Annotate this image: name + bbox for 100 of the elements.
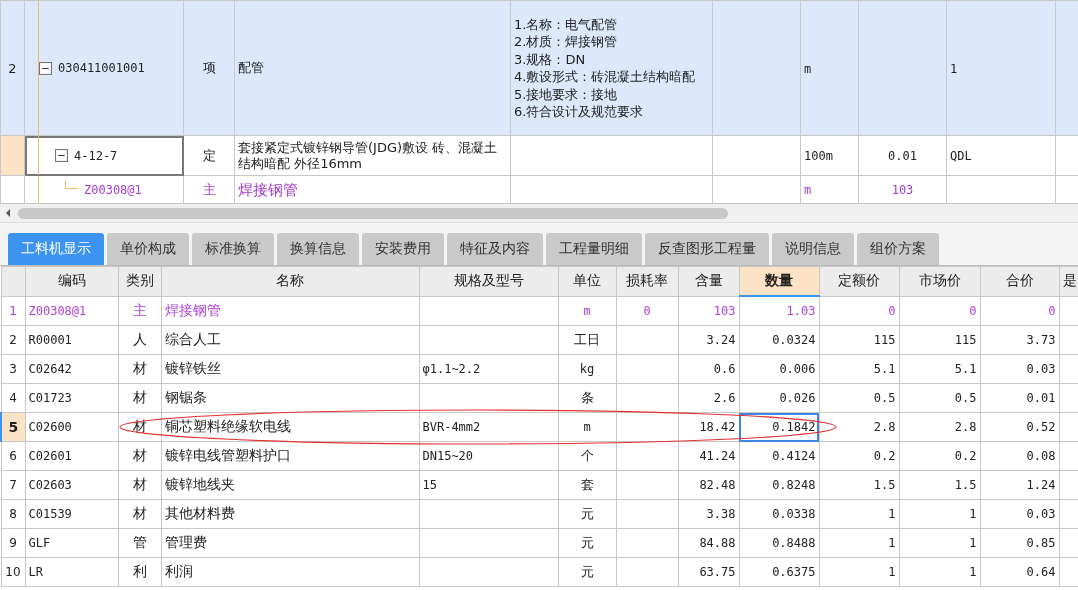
category-cell: 利 (132, 563, 147, 579)
category-cell: 材 (132, 476, 147, 492)
unit-text: m (804, 183, 812, 197)
spec-cell: BVR-4mm2 (422, 420, 481, 434)
description-line: 6.符合设计及规范要求 (514, 103, 645, 121)
category-text: 定 (202, 147, 216, 163)
quantity-cell: 0.006 (779, 362, 816, 376)
code-cell: Z00308@1 (28, 303, 87, 318)
column-header[interactable]: 名称 (161, 266, 419, 296)
unit-cell: 个 (580, 448, 594, 463)
tab[interactable]: 换算信息 (277, 233, 359, 265)
total-price-cell: 0.03 (1026, 507, 1056, 521)
quota-price-cell: 5.1 (873, 362, 896, 376)
quota-price-cell: 0 (888, 303, 896, 318)
tab[interactable]: 组价方案 (857, 233, 939, 265)
column-header[interactable]: 合价 (980, 266, 1059, 296)
name-cell: 镀锌铁丝 (164, 360, 221, 376)
market-price-cell: 1 (969, 507, 977, 521)
category-cell: 材 (132, 447, 147, 463)
value-text: QDL (950, 149, 972, 163)
content-cell: 3.38 (706, 507, 736, 521)
row-number: 6 (1, 441, 25, 471)
tab[interactable]: 标准换算 (192, 233, 274, 265)
market-price-cell: 0.5 (954, 391, 977, 405)
category-text: 主 (202, 181, 216, 197)
code-cell: R00001 (28, 333, 72, 347)
total-price-cell: 0.52 (1026, 420, 1056, 434)
column-header[interactable]: 编码 (25, 266, 118, 296)
market-price-cell: 115 (954, 333, 977, 347)
name-cell: 铜芯塑料绝缘软电线 (164, 418, 291, 434)
market-price-cell: 5.1 (954, 362, 977, 376)
row-number: 3 (1, 354, 25, 384)
code-text: Z00308@1 (84, 182, 142, 197)
row-number: 2 (1, 325, 25, 355)
code-cell: C01723 (28, 391, 72, 405)
content-cell: 63.75 (699, 565, 736, 579)
name-cell: 其他材料费 (164, 505, 235, 521)
content-cell: 2.6 (713, 391, 736, 405)
total-price-cell: 0.01 (1026, 391, 1056, 405)
quantity-cell: 0.0324 (772, 333, 816, 347)
column-header[interactable]: 含量 (678, 266, 739, 296)
content-cell: 3.24 (706, 333, 736, 347)
quota-price-cell: 0.5 (873, 391, 896, 405)
unit-cell: 元 (580, 535, 594, 550)
code-cell: C02603 (28, 478, 72, 492)
unit-cell: 元 (580, 506, 594, 521)
total-price-cell: 0 (1048, 303, 1056, 318)
total-price-cell: 3.73 (1026, 333, 1056, 347)
column-header[interactable]: 单位 (558, 266, 616, 296)
quantity-cell: 0.4124 (772, 449, 816, 463)
code-cell: C01539 (28, 507, 72, 521)
unit-cell: 工日 (574, 332, 600, 347)
unit-text: m (804, 61, 812, 76)
spec-cell: φ1.1~2.2 (422, 362, 481, 376)
name-text: 焊接钢管 (238, 181, 299, 198)
quantity-cell: 0.8488 (772, 536, 816, 550)
column-header[interactable]: 数量 (739, 266, 819, 296)
content-cell: 41.24 (699, 449, 736, 463)
market-price-cell: 1.5 (954, 478, 977, 492)
name-cell: 综合人工 (164, 331, 221, 347)
tab[interactable]: 安装费用 (362, 233, 444, 265)
total-price-cell: 0.08 (1026, 449, 1056, 463)
content-cell: 103 (713, 303, 736, 318)
quantity-text: 103 (891, 183, 914, 197)
category-cell: 材 (132, 389, 147, 405)
quantity-cell: 0.1842 (772, 420, 816, 434)
tab[interactable]: 工程量明细 (546, 233, 642, 265)
column-header[interactable]: 市场价 (899, 266, 980, 296)
column-header[interactable]: 损耗率 (616, 266, 678, 296)
content-cell: 18.42 (699, 420, 736, 434)
market-price-cell: 1 (969, 565, 977, 579)
tab[interactable]: 反查图形工程量 (645, 233, 769, 265)
description-line: 2.材质：焊接钢管 (514, 33, 619, 51)
unit-cell: 套 (580, 477, 594, 492)
quota-price-cell: 1 (888, 507, 896, 521)
quantity-cell: 0.026 (779, 391, 816, 405)
content-cell: 0.6 (713, 362, 736, 376)
description-line: 4.敷设形式：砖混凝土结构暗配 (514, 68, 697, 86)
row-number: 10 (1, 557, 25, 587)
row-number: 5 (1, 412, 25, 442)
total-price-cell: 0.03 (1026, 362, 1056, 376)
market-price-cell: 0 (969, 303, 977, 318)
unit-cell: 条 (580, 390, 594, 405)
name-text: 配管 (238, 60, 265, 76)
tab[interactable]: 说明信息 (772, 233, 854, 265)
quantity-cell: 0.0338 (772, 507, 816, 521)
row-number: 1 (1, 296, 25, 326)
tab[interactable]: 特征及内容 (447, 233, 543, 265)
column-header[interactable]: 类别 (118, 266, 161, 296)
column-header[interactable]: 规格及型号 (419, 266, 558, 296)
tab[interactable]: 单价构成 (107, 233, 189, 265)
total-price-cell: 0.85 (1026, 536, 1056, 550)
quota-price-cell: 1 (888, 536, 896, 550)
row-number: 4 (1, 383, 25, 413)
description-line: 3.规格：DN (514, 50, 587, 68)
category-cell: 管 (132, 534, 147, 550)
content-cell: 82.48 (699, 478, 736, 492)
description-line: 1.名称：电气配管 (514, 15, 619, 33)
description-line: 5.接地要求：接地 (514, 85, 619, 103)
column-header[interactable]: 定额价 (819, 266, 899, 296)
